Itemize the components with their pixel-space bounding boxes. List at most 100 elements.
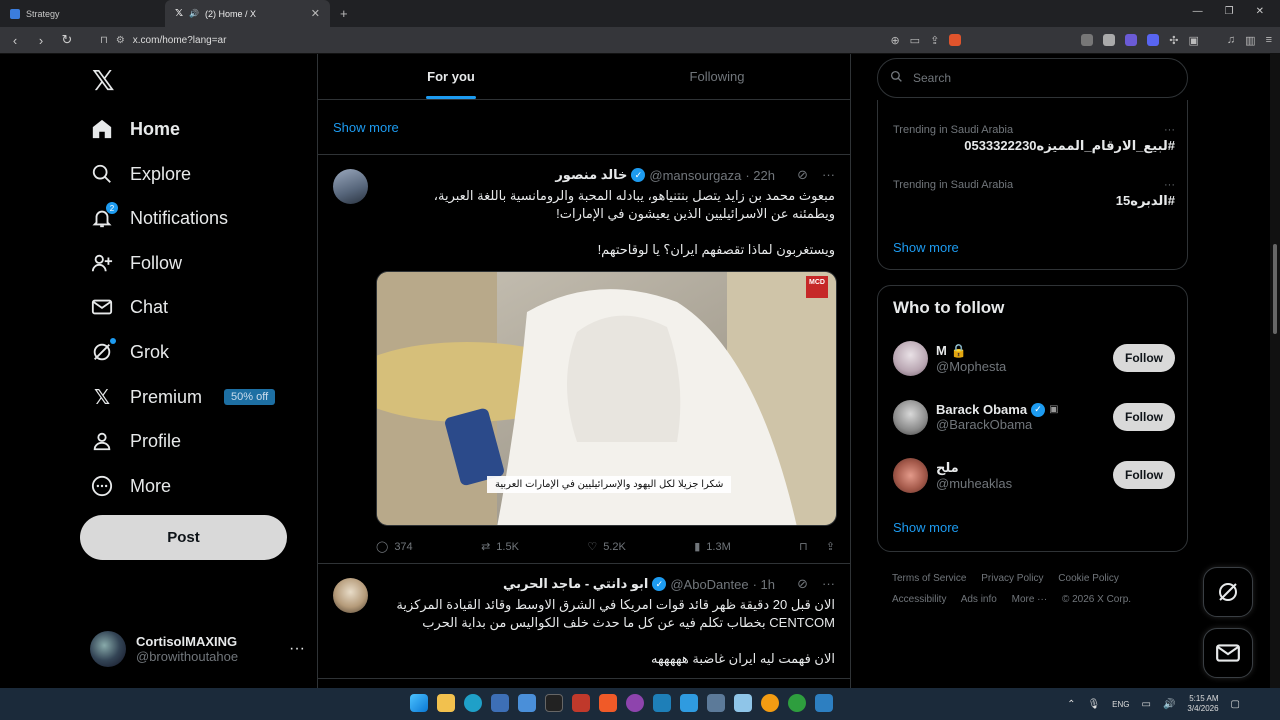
windows-start-icon[interactable] — [410, 694, 428, 712]
forward-icon[interactable]: › — [34, 33, 48, 48]
reply-button[interactable]: ◯ 374 — [376, 540, 413, 554]
tweet-video[interactable]: MCD شكرا جزيلا لكل اليهود والإسرائيليين … — [376, 271, 837, 526]
microphone-icon[interactable]: 🎙 — [1087, 699, 1100, 710]
views-button[interactable]: ▮ 1.3M — [694, 540, 731, 554]
post-button[interactable]: Post — [80, 515, 287, 560]
new-tab-button[interactable]: + — [340, 6, 348, 21]
reload-icon[interactable]: ↻ — [60, 32, 74, 48]
close-window-icon[interactable]: ✕ — [1256, 6, 1264, 17]
scroll-thumb[interactable] — [1273, 244, 1277, 334]
like-button[interactable]: ♡ 5.2K — [587, 540, 626, 554]
nav-more[interactable]: More — [90, 470, 171, 502]
follow-suggestion[interactable]: M 🔒 @Mophesta Follow — [893, 336, 1175, 380]
avatar[interactable] — [893, 399, 928, 435]
tweet-time[interactable]: · 1h — [753, 577, 775, 592]
file-explorer-icon[interactable] — [437, 694, 455, 712]
follow-button[interactable]: Follow — [1113, 461, 1175, 489]
follow-suggestion[interactable]: ملح @muheaklas Follow — [893, 453, 1175, 497]
trend-more-icon[interactable]: ··· — [1164, 179, 1175, 191]
site-info-icon[interactable]: ⚙ — [116, 35, 125, 46]
panel-icon[interactable]: ▥ — [1245, 34, 1255, 47]
browser-tab-x-home[interactable]: 𝕏 🔊 (2) Home / X ✕ — [165, 0, 330, 27]
nav-explore[interactable]: Explore — [90, 158, 191, 190]
sidebar-toggle-icon[interactable]: ▣ — [1189, 34, 1199, 47]
avatar[interactable] — [333, 578, 368, 613]
grok-icon[interactable]: ⊘ — [797, 167, 808, 183]
brave-icon[interactable] — [599, 694, 617, 712]
app-icon[interactable] — [761, 694, 779, 712]
bookmark-icon[interactable]: ⊓ — [799, 540, 808, 553]
tab-following[interactable]: Following — [584, 54, 850, 99]
tweet-more-icon[interactable]: ··· — [822, 576, 835, 592]
avatar[interactable] — [333, 169, 368, 204]
page-scrollbar[interactable] — [1270, 54, 1280, 688]
nav-grok[interactable]: Grok — [90, 336, 169, 368]
tweet[interactable]: ابو دانتي - ماجد الحربي ✓ @AboDantee · 1… — [318, 564, 850, 679]
footer-link[interactable]: Privacy Policy — [981, 573, 1043, 584]
edge-icon[interactable] — [464, 694, 482, 712]
extension-2-icon[interactable] — [1103, 34, 1116, 46]
terminal-icon[interactable] — [545, 694, 563, 712]
grok-icon[interactable]: ⊘ — [797, 576, 808, 592]
grok-fab-button[interactable] — [1203, 567, 1253, 617]
account-more-icon[interactable]: ··· — [289, 640, 305, 658]
browser-tab-strategy[interactable]: Strategy — [0, 0, 165, 27]
bookmark-icon[interactable]: ⊓ — [100, 35, 108, 46]
nav-chat[interactable]: Chat — [90, 291, 168, 323]
footer-link[interactable]: More ··· — [1012, 594, 1048, 605]
nav-home[interactable]: Home — [90, 113, 180, 145]
network-icon[interactable]: ▭ — [1142, 699, 1151, 710]
nav-profile[interactable]: Profile — [90, 425, 181, 457]
trend-more-icon[interactable]: ··· — [1164, 124, 1175, 136]
zoom-icon[interactable]: ⊕ — [890, 34, 899, 47]
avatar[interactable] — [893, 340, 928, 376]
nav-follow[interactable]: Follow — [90, 247, 182, 279]
extension-3-icon[interactable] — [1125, 34, 1138, 46]
tweet-author-name[interactable]: ابو دانتي - ماجد الحربي — [503, 576, 648, 592]
app-icon[interactable] — [626, 694, 644, 712]
search-input[interactable]: Search — [877, 58, 1188, 98]
close-tab-icon[interactable]: ✕ — [311, 7, 320, 20]
menu-icon[interactable]: ≡ — [1266, 34, 1272, 46]
x-logo-icon[interactable]: 𝕏 — [92, 64, 115, 97]
extensions-icon[interactable]: ✣ — [1169, 34, 1178, 47]
tweet-author-handle[interactable]: @mansourgaza — [649, 168, 741, 183]
cast-icon[interactable]: ▭ — [910, 34, 920, 47]
footer-link[interactable]: Ads info — [961, 594, 997, 605]
trend-item[interactable]: Trending in Saudi Arabia ··· #الدبره15 — [893, 179, 1175, 209]
tweet-author-name[interactable]: خالد منصور — [555, 167, 627, 183]
tab-for-you[interactable]: For you — [318, 54, 584, 99]
app-icon[interactable] — [815, 694, 833, 712]
chevron-up-icon[interactable]: ⌃ — [1067, 699, 1075, 710]
app-icon[interactable] — [518, 694, 536, 712]
nav-notifications[interactable]: 2 Notifications — [90, 202, 228, 234]
app-icon[interactable] — [491, 694, 509, 712]
xbox-icon[interactable] — [788, 694, 806, 712]
share-icon[interactable]: ⇪ — [930, 34, 939, 47]
restore-icon[interactable]: ❐ — [1225, 6, 1234, 17]
extension-4-icon[interactable] — [1147, 34, 1160, 46]
app-icon[interactable] — [572, 694, 590, 712]
url-field[interactable]: ⊓ ⚙ x.com/home?lang=ar — [100, 35, 800, 46]
back-icon[interactable]: ‹ — [8, 33, 22, 48]
notepad-icon[interactable] — [734, 694, 752, 712]
trend-item[interactable]: Trending in Saudi Arabia ··· #لبيع_الارقا… — [893, 124, 1175, 154]
notifications-tray-icon[interactable]: ▢ — [1231, 699, 1240, 710]
app-icon[interactable] — [707, 694, 725, 712]
show-more-link[interactable]: Show more — [318, 100, 850, 155]
trends-show-more-link[interactable]: Show more — [893, 240, 959, 255]
tweet-time[interactable]: · 22h — [745, 168, 775, 183]
follow-suggestion[interactable]: Barack Obama ✓ ▣ @BarackObama Follow — [893, 395, 1175, 439]
messages-fab-button[interactable] — [1203, 628, 1253, 678]
vscode-icon[interactable] — [680, 694, 698, 712]
footer-link[interactable]: Cookie Policy — [1058, 573, 1119, 584]
account-switcher[interactable]: CortisolMAXING @browithoutahoe ··· — [90, 628, 305, 670]
nav-premium[interactable]: 𝕏 Premium 50% off — [90, 381, 276, 413]
tweet-author-handle[interactable]: @AboDantee — [670, 577, 748, 592]
app-icon[interactable] — [653, 694, 671, 712]
brave-shield-icon[interactable] — [949, 34, 962, 46]
minimize-icon[interactable]: — — [1193, 6, 1203, 17]
share-icon[interactable]: ⇪ — [826, 540, 835, 553]
media-icon[interactable]: ♫ — [1227, 34, 1235, 46]
footer-link[interactable]: Accessibility — [892, 594, 946, 605]
